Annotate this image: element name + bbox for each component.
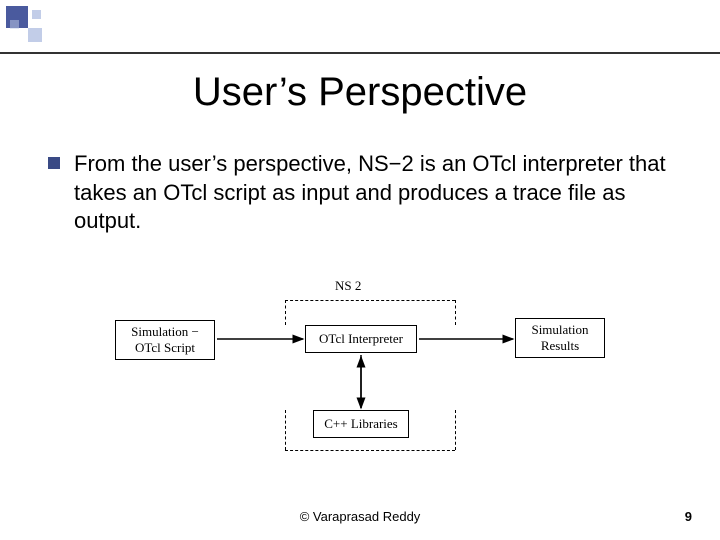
bullet-text: From the user’s perspective, NS−2 is an … — [74, 150, 678, 236]
bullet-item: From the user’s perspective, NS−2 is an … — [48, 150, 678, 236]
diagram-label-ns2: NS 2 — [335, 278, 361, 294]
dashed-border-right-bottom — [455, 410, 456, 450]
box-cpp-libraries: C++ Libraries — [313, 410, 409, 438]
dashed-border-top — [285, 300, 455, 301]
page-number: 9 — [685, 509, 692, 524]
header-divider — [0, 52, 720, 54]
box-simulation-results: Simulation Results — [515, 318, 605, 358]
dashed-border-left-bottom — [285, 410, 286, 450]
dashed-border-bottom — [285, 450, 455, 451]
box-left-line2: OTcl Script — [135, 340, 195, 355]
slide-title: User’s Perspective — [0, 70, 720, 115]
footer-credit: © Varaprasad Reddy — [0, 509, 720, 524]
dashed-border-right-top — [455, 300, 456, 325]
corner-decoration — [6, 6, 66, 52]
box-left-line1: Simulation − — [131, 324, 199, 339]
ns2-diagram: NS 2 Simulation − OTcl Script OTcl Inter… — [115, 270, 615, 460]
box-right-line1: Simulation — [531, 322, 588, 337]
bullet-square-icon — [48, 157, 60, 169]
dashed-border-left-top — [285, 300, 286, 325]
box-simulation-script: Simulation − OTcl Script — [115, 320, 215, 360]
box-otcl-interpreter: OTcl Interpreter — [305, 325, 417, 353]
body-content: From the user’s perspective, NS−2 is an … — [48, 150, 678, 236]
box-right-line2: Results — [541, 338, 579, 353]
